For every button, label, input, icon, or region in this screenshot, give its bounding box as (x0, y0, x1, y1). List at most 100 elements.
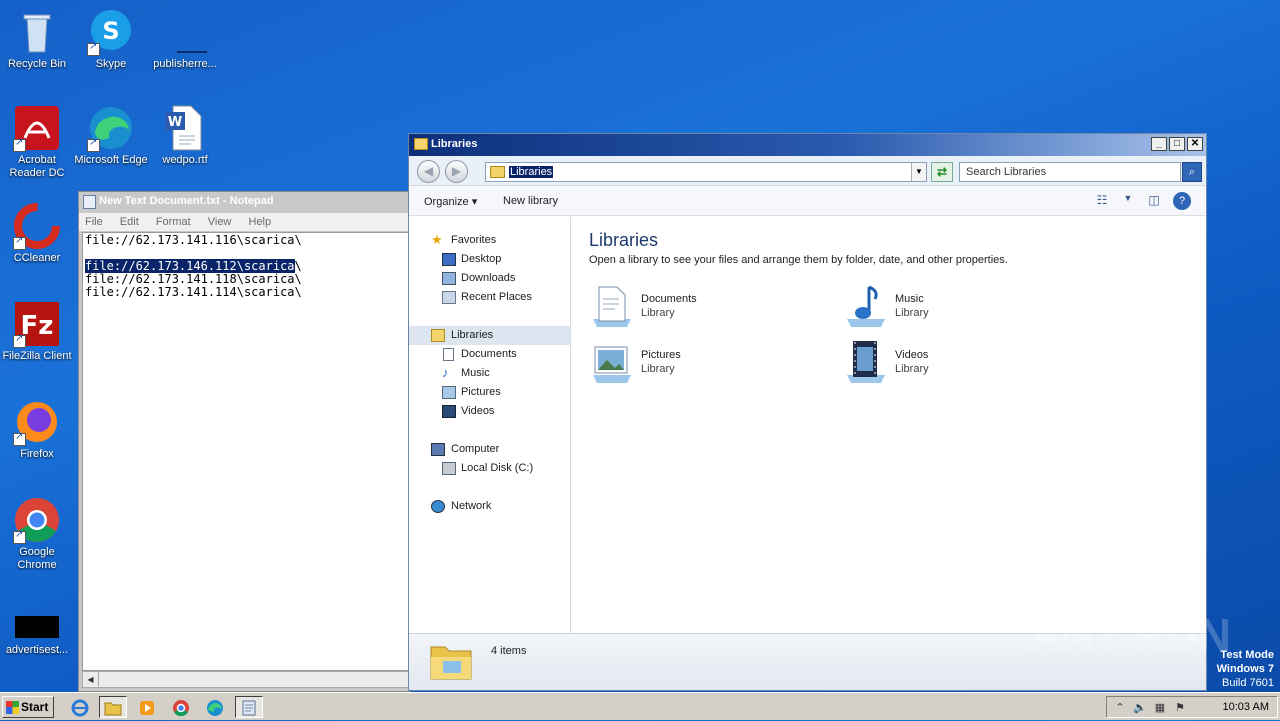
shortcut-arrow-icon (13, 333, 26, 348)
library-videos[interactable]: Videos Library (843, 339, 1043, 389)
window-buttons: _ □ ✕ (1151, 137, 1203, 151)
notepad-text-area[interactable]: file://62.173.141.116\scarica\ file://62.… (82, 232, 409, 671)
minimize-button[interactable]: _ (1151, 137, 1167, 151)
shortcut-arrow-icon (13, 235, 26, 250)
library-name: Music (895, 293, 924, 305)
desktop-icon-label: CCleaner (13, 252, 61, 264)
nav-label: Videos (461, 405, 495, 417)
close-button[interactable]: ✕ (1187, 137, 1203, 151)
action-center-flag-icon[interactable]: ⚑ (1173, 701, 1187, 714)
desktop-icon-advertisest[interactable]: advertisest... (0, 606, 74, 657)
desktop-icon-chrome[interactable]: Google Chrome (0, 496, 74, 572)
desktop-icon-recycle-bin[interactable]: Recycle Bin (0, 8, 74, 71)
nav-music[interactable]: ♪ Music (409, 364, 570, 383)
taskbar-media-player[interactable] (133, 696, 161, 718)
menu-format[interactable]: Format (156, 216, 191, 228)
nav-desktop[interactable]: Desktop (409, 250, 570, 269)
music-library-icon (843, 283, 889, 329)
computer-icon (431, 443, 445, 456)
desktop-icon-label: Microsoft Edge (74, 154, 148, 166)
nav-downloads[interactable]: Downloads (409, 269, 570, 288)
menu-help[interactable]: Help (248, 216, 271, 228)
preview-pane-icon[interactable]: ◫ (1145, 193, 1163, 209)
library-type: Library (895, 363, 929, 375)
text-line: file://62.173.141.114\scarica\ (85, 285, 302, 299)
library-documents[interactable]: Documents Library (589, 283, 789, 333)
desktop-icon-publisher[interactable]: publisherre... (148, 8, 222, 71)
address-text[interactable]: Libraries (509, 166, 554, 178)
nav-recent-places[interactable]: Recent Places (409, 288, 570, 307)
nav-label: Documents (461, 348, 517, 360)
address-dropdown-icon[interactable]: ▼ (911, 163, 926, 181)
address-row: ◀ ▶ Libraries ▼ ⇄ Search Libraries ⌕ (409, 156, 1206, 186)
nav-pictures[interactable]: Pictures (409, 383, 570, 402)
nav-label: Libraries (451, 329, 494, 341)
taskbar-edge[interactable] (201, 696, 229, 718)
notepad-titlebar[interactable]: New Text Document.txt - Notepad (79, 192, 409, 213)
nav-label: Pictures (461, 386, 501, 398)
menu-view[interactable]: View (208, 216, 232, 228)
library-name: Documents (641, 293, 697, 305)
nav-label: Downloads (461, 272, 516, 284)
show-hidden-icons-icon[interactable]: ⌃ (1113, 701, 1127, 714)
edge-icon (87, 104, 135, 152)
scroll-left-arrow-icon[interactable]: ◀ (83, 672, 99, 687)
taskbar-ie[interactable] (66, 696, 94, 718)
back-button[interactable]: ◀ (417, 160, 440, 183)
notepad-title: New Text Document.txt - Notepad (99, 195, 274, 207)
desktop-icon-filezilla[interactable]: Fz FileZilla Client (0, 300, 74, 363)
maximize-button[interactable]: □ (1169, 137, 1185, 151)
explorer-title: Libraries (431, 138, 478, 150)
view-options-icon[interactable]: ☷ (1093, 193, 1111, 209)
nav-local-disk[interactable]: Local Disk (C:) (409, 459, 570, 478)
desktop-icon-firefox[interactable]: Firefox (0, 398, 74, 461)
nav-network[interactable]: Network (409, 497, 570, 516)
start-button[interactable]: Start (2, 696, 54, 718)
desktop-icon-label: advertisest... (5, 644, 69, 656)
network-status-icon[interactable]: ▦ (1153, 701, 1167, 714)
desktop-icon-wedpo-rtf[interactable]: W wedpo.rtf (148, 104, 222, 167)
nav-libraries[interactable]: Libraries (409, 326, 570, 345)
nav-documents[interactable]: Documents (409, 345, 570, 364)
library-music[interactable]: Music Library (843, 283, 1043, 333)
taskbar-notepad[interactable] (235, 696, 263, 718)
nav-favorites[interactable]: ★ Favorites (409, 231, 570, 250)
address-bar[interactable]: Libraries ▼ (485, 162, 927, 182)
windows-logo-icon (6, 701, 19, 714)
page-subtitle: Open a library to see your files and arr… (589, 254, 1008, 266)
navigation-pane: ★ Favorites Desktop Downloads Recent Pla… (409, 217, 571, 635)
help-icon[interactable]: ? (1173, 192, 1191, 210)
desktop-icon-edge[interactable]: Microsoft Edge (74, 104, 148, 167)
explorer-titlebar[interactable]: Libraries _ □ ✕ (409, 134, 1206, 156)
nav-videos[interactable]: Videos (409, 402, 570, 421)
search-icon[interactable]: ⌕ (1182, 162, 1202, 182)
recycle-bin-icon (13, 8, 61, 56)
desktop-icon-ccleaner[interactable]: CCleaner (0, 202, 74, 265)
taskbar-chrome[interactable] (167, 696, 195, 718)
organize-button[interactable]: Organize ▾ (424, 195, 477, 208)
notepad-window[interactable]: New Text Document.txt - Notepad File Edi… (78, 191, 410, 692)
new-library-button[interactable]: New library (503, 195, 558, 207)
desktop-icon-label: Google Chrome (17, 546, 57, 571)
shortcut-arrow-icon (13, 137, 26, 152)
nav-computer[interactable]: Computer (409, 440, 570, 459)
menu-file[interactable]: File (85, 216, 103, 228)
library-pictures[interactable]: Pictures Library (589, 339, 789, 389)
refresh-button[interactable]: ⇄ (931, 162, 953, 182)
volume-icon[interactable]: 🔈 (1133, 701, 1147, 714)
view-dropdown-icon[interactable]: ▼ (1119, 193, 1137, 209)
horizontal-scrollbar[interactable]: ◀ (82, 671, 409, 688)
nav-label: Recent Places (461, 291, 532, 303)
search-input[interactable]: Search Libraries (959, 162, 1181, 182)
taskbar-explorer[interactable] (99, 696, 127, 718)
desktop-icon-acrobat[interactable]: Acrobat Reader DC (0, 104, 74, 180)
music-icon: ♪ (442, 365, 449, 380)
desktop-icon-skype[interactable]: S Skype (74, 8, 148, 71)
anyrun-watermark: ANY RUN (1028, 609, 1231, 661)
pictures-icon (442, 386, 456, 399)
clock[interactable]: 10:03 AM (1223, 701, 1269, 713)
text-line-rest: \ (294, 259, 302, 273)
menu-edit[interactable]: Edit (120, 216, 139, 228)
libraries-folder-icon (429, 639, 473, 683)
forward-button[interactable]: ▶ (445, 160, 468, 183)
